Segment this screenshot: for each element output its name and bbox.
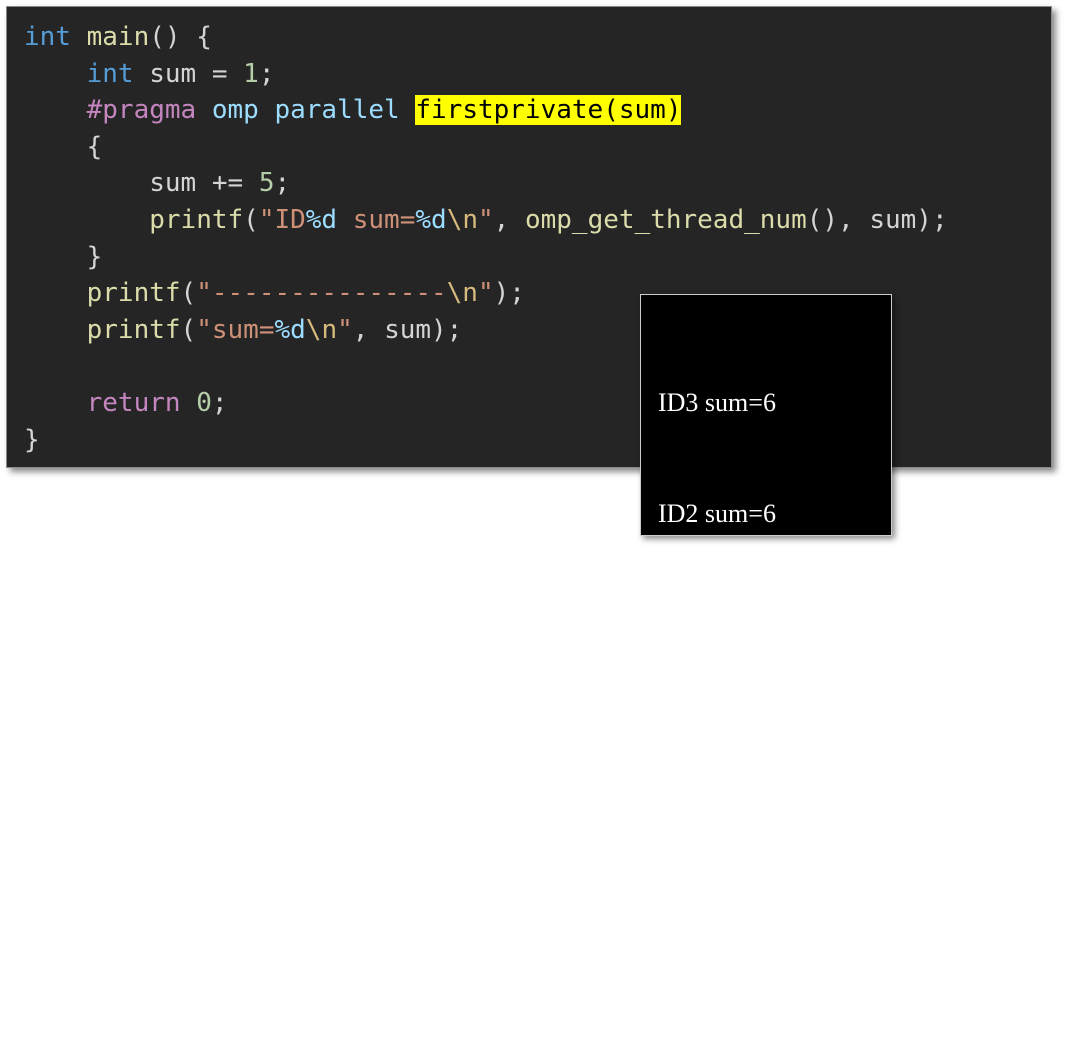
token: );	[493, 278, 525, 309]
token: (), sum);	[806, 204, 948, 235]
token: (	[180, 278, 197, 309]
token: , sum);	[352, 314, 463, 345]
token: sum +=	[24, 168, 259, 199]
token: %d	[274, 314, 306, 345]
token: main	[86, 22, 150, 52]
code-line: {	[24, 129, 948, 166]
output-line: ID1 sum=6	[658, 610, 776, 639]
token: }	[24, 424, 40, 455]
token: "---------------	[196, 278, 447, 309]
output-line: sum=1	[658, 943, 730, 972]
output-line: ID3 sum=6	[658, 388, 776, 417]
token: 1	[243, 58, 259, 89]
token: "sum=	[196, 314, 275, 345]
token: ;	[211, 387, 228, 418]
token: %d	[415, 204, 447, 235]
token: "	[337, 314, 353, 345]
token: {	[24, 131, 103, 162]
token: %d	[305, 204, 338, 235]
token: 0	[196, 387, 212, 418]
token: "ID	[258, 204, 306, 235]
token: int	[86, 58, 134, 89]
token: \n	[446, 204, 478, 235]
code-line: #pragma omp parallel firstprivate(sum)	[24, 92, 948, 129]
token: return	[86, 387, 181, 418]
token: (	[243, 204, 259, 235]
token: (	[180, 314, 197, 345]
code-line: int sum = 1;	[24, 56, 948, 93]
token: ,	[493, 204, 525, 235]
token: \n	[305, 314, 338, 345]
code-line: int main() {	[24, 19, 948, 56]
console-output-text: ID3 sum=6 ID2 sum=6 ID1 sum=6 ID0 sum=6 …	[658, 310, 788, 1050]
token: sum =	[133, 58, 244, 89]
token: printf	[149, 204, 244, 235]
token: }	[24, 241, 103, 272]
highlighted-clause: firstprivate(sum)	[415, 95, 682, 126]
output-line: ID0 sum=6	[658, 721, 776, 750]
token: "	[478, 204, 494, 235]
output-line: ID2 sum=6	[658, 499, 776, 528]
token: sum=	[337, 204, 416, 235]
code-line: sum += 5;	[24, 165, 948, 202]
token: int	[24, 22, 71, 52]
token: "	[477, 278, 494, 309]
token: omp_get_thread_num	[524, 204, 807, 235]
token: \n	[446, 278, 478, 309]
token: ;	[258, 58, 275, 89]
token: #pragma	[86, 95, 197, 126]
token: ;	[274, 168, 291, 199]
code-line: }	[24, 239, 948, 276]
console-output-panel: ID3 sum=6 ID2 sum=6 ID1 sum=6 ID0 sum=6 …	[640, 294, 892, 972]
token: () {	[149, 22, 212, 52]
output-separator: ---------------	[658, 832, 788, 861]
token: printf	[86, 278, 181, 309]
token: printf	[86, 314, 181, 345]
code-editor-panel: int main() { int sum = 1; #pragma omp pa…	[6, 6, 1052, 468]
token: 5	[258, 168, 275, 199]
code-line: printf("ID%d sum=%d\n", omp_get_thread_n…	[24, 202, 948, 239]
token: omp parallel	[211, 95, 400, 126]
